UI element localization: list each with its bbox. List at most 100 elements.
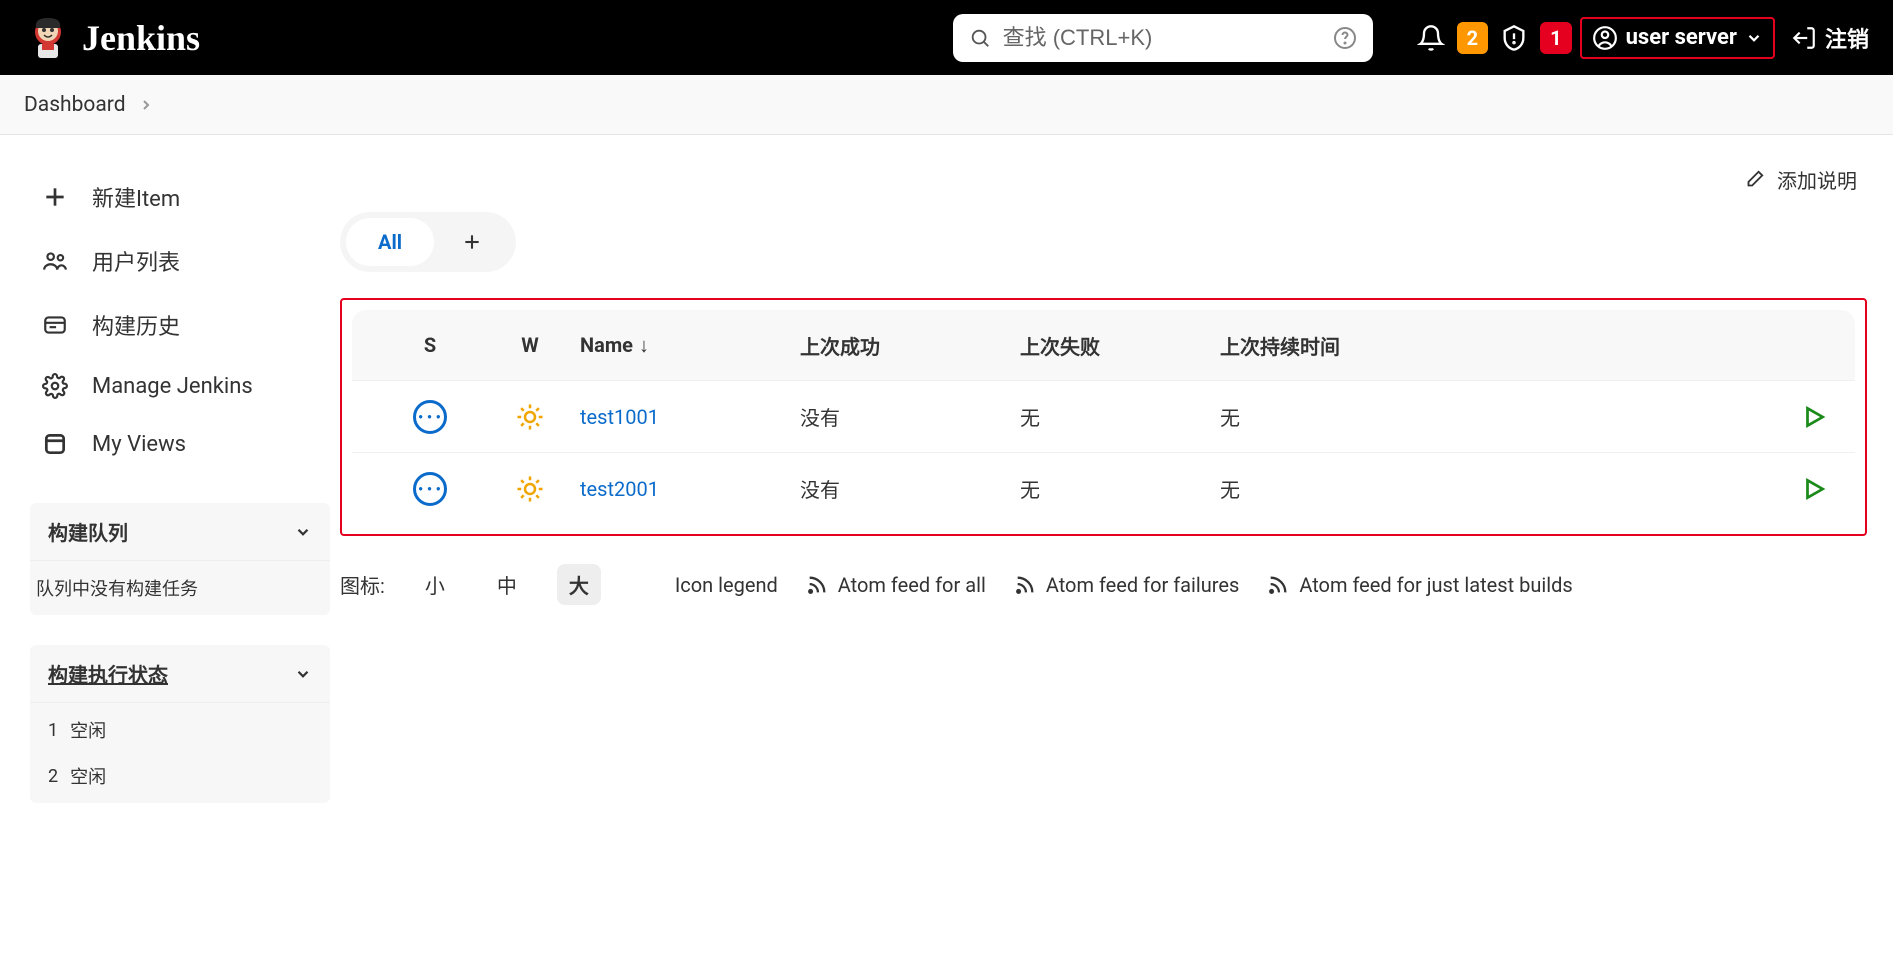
- chevron-down-icon: [294, 665, 312, 683]
- executor-status-header[interactable]: 构建执行状态: [30, 645, 330, 703]
- build-queue-title: 构建队列: [48, 517, 128, 546]
- brand[interactable]: Jenkins: [24, 14, 200, 62]
- sidebar-label: 构建历史: [92, 309, 180, 341]
- sidebar-label: My Views: [92, 432, 186, 457]
- chevron-down-icon: [1745, 29, 1763, 47]
- sort-arrow-icon: ↓: [639, 333, 649, 358]
- add-description-link[interactable]: 添加说明: [1743, 165, 1857, 194]
- build-now-button[interactable]: [1737, 476, 1827, 502]
- table-row: ● ● ● test1001 没有 无 无: [352, 380, 1855, 452]
- window-icon: [40, 431, 70, 457]
- icon-size-large[interactable]: 大: [557, 564, 601, 605]
- plus-icon: [40, 184, 70, 210]
- plus-icon: [462, 232, 482, 252]
- icon-size-label: 图标:: [340, 570, 385, 599]
- rss-icon: [1014, 574, 1036, 596]
- status-notbuilt-icon[interactable]: ● ● ●: [413, 400, 447, 434]
- queue-empty-text: 队列中没有构建任务: [32, 575, 328, 601]
- tab-add[interactable]: [434, 220, 510, 264]
- feed-all-link[interactable]: Atom feed for all: [806, 573, 986, 597]
- jenkins-logo-icon: [24, 14, 72, 62]
- executor-state: 空闲: [70, 717, 106, 743]
- feed-failures-label: Atom feed for failures: [1046, 573, 1240, 597]
- col-name-label: Name: [580, 333, 633, 357]
- cell-last-success: 没有: [800, 402, 1020, 431]
- main-content: 添加说明 All S W Name: [330, 135, 1893, 803]
- logout-label: 注销: [1825, 22, 1869, 54]
- cell-last-duration: 无: [1220, 402, 1480, 431]
- cell-last-failure: 无: [1020, 402, 1220, 431]
- header-actions: 2 1 user server: [1413, 17, 1869, 59]
- chevron-right-icon: [138, 97, 154, 113]
- bell-icon[interactable]: [1413, 20, 1449, 56]
- legend-label: Icon legend: [675, 573, 778, 597]
- sidebar-item-new[interactable]: 新建Item: [30, 165, 330, 229]
- jobs-header-row: S W Name ↓ 上次成功 上次失败 上次持续时间: [352, 310, 1855, 380]
- chevron-down-icon: [294, 523, 312, 541]
- cell-last-success: 没有: [800, 474, 1020, 503]
- help-icon[interactable]: [1333, 26, 1357, 50]
- cell-last-duration: 无: [1220, 474, 1480, 503]
- sidebar-item-build-history[interactable]: 构建历史: [30, 293, 330, 357]
- gear-icon: [40, 373, 70, 399]
- logout-link[interactable]: 注销: [1791, 22, 1869, 54]
- search-input[interactable]: [1003, 25, 1321, 51]
- job-link[interactable]: test1001: [580, 405, 659, 429]
- feed-latest-link[interactable]: Atom feed for just latest builds: [1267, 573, 1572, 597]
- sidebar-label: Manage Jenkins: [92, 374, 253, 399]
- logout-icon: [1791, 25, 1817, 51]
- breadcrumb-dashboard[interactable]: Dashboard: [24, 93, 126, 117]
- build-queue-widget: 构建队列 队列中没有构建任务: [30, 503, 330, 615]
- add-description-label: 添加说明: [1777, 165, 1857, 194]
- user-icon: [1592, 25, 1618, 51]
- col-last-failure[interactable]: 上次失败: [1020, 331, 1220, 360]
- feed-latest-label: Atom feed for just latest builds: [1299, 573, 1572, 597]
- icon-size-medium[interactable]: 中: [485, 564, 529, 605]
- executor-row: 1 空闲: [30, 707, 330, 753]
- col-weather[interactable]: W: [480, 333, 580, 357]
- page-body: 新建Item 用户列表 构建历史: [0, 135, 1893, 803]
- col-name[interactable]: Name ↓: [580, 333, 800, 358]
- rss-icon: [1267, 574, 1289, 596]
- executor-row: 2 空闲: [30, 753, 330, 799]
- status-notbuilt-icon[interactable]: ● ● ●: [413, 472, 447, 506]
- sidebar-item-manage[interactable]: Manage Jenkins: [30, 357, 330, 415]
- icon-size-small[interactable]: 小: [413, 564, 457, 605]
- sidebar: 新建Item 用户列表 构建历史: [0, 135, 330, 803]
- tab-all[interactable]: All: [346, 218, 434, 266]
- shield-warning-icon[interactable]: [1496, 20, 1532, 56]
- sidebar-label: 新建Item: [92, 181, 180, 213]
- user-label: user server: [1626, 25, 1737, 50]
- jobs-table-highlight: S W Name ↓ 上次成功 上次失败 上次持续时间 ● ● ●: [340, 298, 1867, 536]
- col-last-success[interactable]: 上次成功: [800, 331, 1020, 360]
- feed-all-label: Atom feed for all: [838, 573, 986, 597]
- sidebar-item-myviews[interactable]: My Views: [30, 415, 330, 473]
- build-queue-header[interactable]: 构建队列: [30, 503, 330, 561]
- search-box[interactable]: [953, 14, 1373, 62]
- notification-count-badge[interactable]: 2: [1457, 22, 1488, 54]
- sidebar-item-people[interactable]: 用户列表: [30, 229, 330, 293]
- history-icon: [40, 312, 70, 338]
- search-icon: [969, 27, 991, 49]
- people-icon: [40, 248, 70, 274]
- executor-num: 1: [48, 720, 58, 741]
- brand-text: Jenkins: [82, 17, 200, 59]
- col-status[interactable]: S: [380, 333, 480, 357]
- table-footer-bar: 图标: 小 中 大 Icon legend Atom feed for all: [340, 564, 1867, 605]
- build-now-button[interactable]: [1737, 404, 1827, 430]
- view-tabs: All: [340, 212, 516, 272]
- feed-failures-link[interactable]: Atom feed for failures: [1014, 573, 1240, 597]
- executor-status-title: 构建执行状态: [48, 659, 168, 688]
- job-link[interactable]: test2001: [580, 477, 659, 501]
- table-row: ● ● ● test2001 没有 无 无: [352, 452, 1855, 524]
- weather-sunny-icon: [480, 474, 580, 504]
- icon-legend-link[interactable]: Icon legend: [675, 573, 778, 597]
- security-alert-count-badge[interactable]: 1: [1540, 22, 1571, 54]
- sidebar-label: 用户列表: [92, 245, 180, 277]
- executor-num: 2: [48, 766, 58, 787]
- breadcrumb: Dashboard: [0, 75, 1893, 135]
- executor-status-widget: 构建执行状态 1 空闲 2 空闲: [30, 645, 330, 803]
- search-wrap: [953, 14, 1373, 62]
- user-menu[interactable]: user server: [1580, 17, 1775, 59]
- col-last-duration[interactable]: 上次持续时间: [1220, 331, 1480, 360]
